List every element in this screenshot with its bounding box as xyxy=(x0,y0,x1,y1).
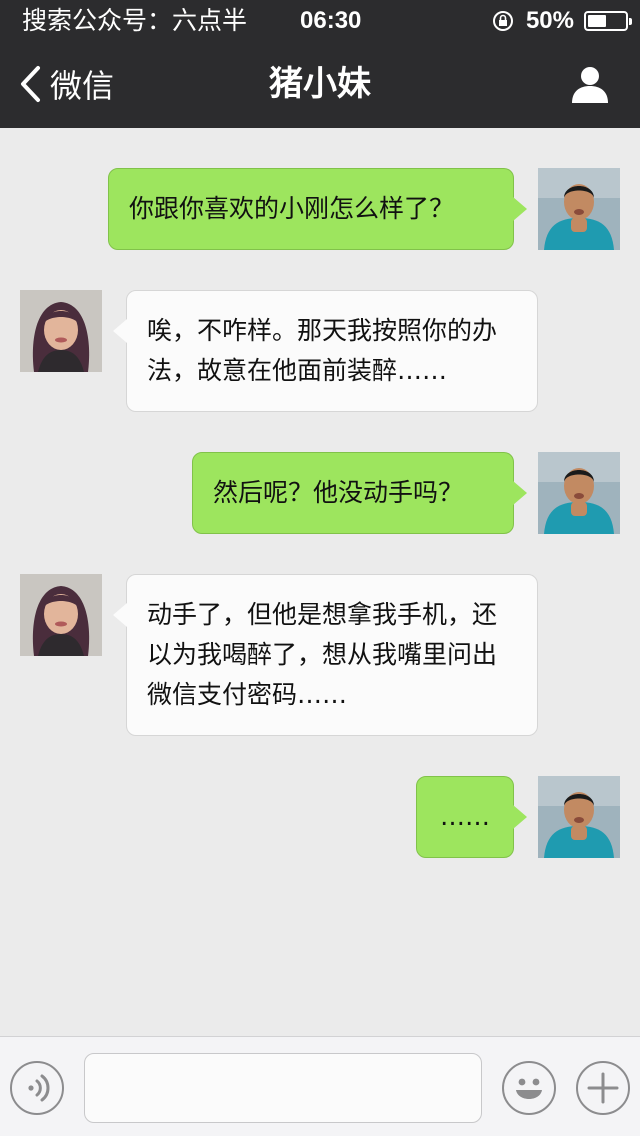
back-chevron-icon xyxy=(21,66,40,102)
battery-icon xyxy=(584,11,632,31)
voice-button[interactable] xyxy=(10,1061,64,1115)
my-avatar[interactable] xyxy=(538,776,620,858)
battery-percent: 50% xyxy=(525,7,574,34)
message-text: 然后呢？他没动手吗？ xyxy=(213,478,464,507)
message-text: 唉，不咋样。那天我按照你的办法，故意在他面前装醉…… xyxy=(147,316,498,385)
message-text: 你跟你喜欢的小刚怎么样了？ xyxy=(129,194,455,223)
message-input[interactable] xyxy=(84,1053,482,1123)
voice-icon xyxy=(28,1074,50,1102)
message-text: 动手了，但他是想拿我手机，还以为我喝醉了，想从我嘴里问出微信支付密码…… xyxy=(147,600,498,709)
contact-avatar[interactable] xyxy=(20,574,102,656)
message-bubble-sent[interactable]: 然后呢？他没动手吗？ xyxy=(192,452,527,534)
emoji-button[interactable] xyxy=(502,1061,556,1115)
message-bubble-sent[interactable]: 你跟你喜欢的小刚怎么样了？ xyxy=(108,168,527,250)
message-bubble-sent[interactable]: …… xyxy=(416,776,527,858)
my-avatar[interactable] xyxy=(538,168,620,250)
back-button[interactable]: 微信 xyxy=(18,60,114,108)
battery-tip xyxy=(629,18,632,25)
status-time: 06:30 xyxy=(300,7,362,34)
back-label: 微信 xyxy=(50,67,115,105)
emoji-icon xyxy=(516,1078,542,1099)
chat-area[interactable]: 你跟你喜欢的小刚怎么样了？ 唉，不咋样。那天我按照你的办法，故意在他面前装醉……… xyxy=(0,128,640,1036)
message-text: …… xyxy=(440,802,490,831)
status-promo-text: 搜索公众号：六点半 xyxy=(22,6,248,35)
status-right-group: 50% xyxy=(492,6,632,36)
message-bubble-received[interactable]: 动手了，但他是想拿我手机，还以为我喝醉了，想从我嘴里问出微信支付密码…… xyxy=(113,574,538,736)
my-avatar[interactable] xyxy=(538,452,620,534)
message-bubble-received[interactable]: 唉，不咋样。那天我按照你的办法，故意在他面前装醉…… xyxy=(113,290,538,412)
nav-bar: 微信 猪小妹 xyxy=(0,40,640,128)
plus-button[interactable] xyxy=(576,1061,630,1115)
plus-icon xyxy=(587,1072,619,1104)
profile-icon[interactable] xyxy=(570,64,610,104)
battery-fill xyxy=(588,15,606,27)
contact-avatar[interactable] xyxy=(20,290,102,372)
rotation-lock-icon xyxy=(492,11,513,31)
input-bar xyxy=(0,1036,640,1136)
status-bar: 搜索公众号：六点半 06:30 50% xyxy=(0,0,640,40)
